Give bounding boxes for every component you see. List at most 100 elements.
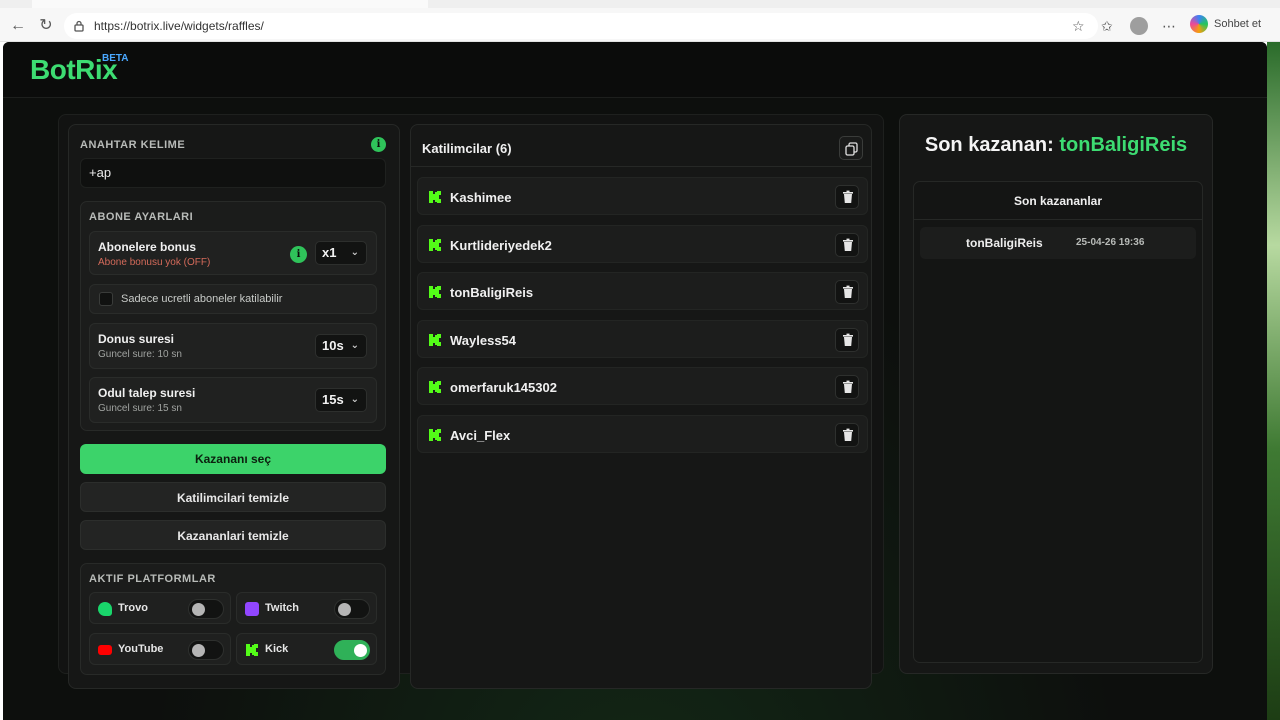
claim-duration-title: Odul talep suresi (98, 386, 196, 400)
remove-participant-button[interactable] (835, 375, 859, 400)
site-info-icon[interactable] (72, 19, 86, 33)
last-winner-title: Son kazanan: tonBaligiReis (900, 134, 1212, 157)
kick-icon (429, 333, 441, 346)
platform-twitch: Twitch (236, 592, 377, 624)
pick-winner-button[interactable]: Kazananı seç (80, 444, 386, 474)
winner-row: tonBaligiReis 25-04-26 19:36 (920, 227, 1196, 259)
beta-badge: BETA (102, 53, 129, 64)
copy-icon (845, 142, 858, 156)
trash-icon (843, 380, 853, 394)
participant-row: Wayless54 (417, 319, 868, 358)
clear-winners-button[interactable]: Kazananlari temizle (80, 520, 386, 550)
remove-participant-button[interactable] (835, 327, 859, 352)
platform-name: Trovo (118, 602, 148, 614)
copilot-label: Sohbet et (1214, 18, 1262, 30)
recent-winners: Son kazananlar tonBaligiReis 25-04-26 19… (913, 181, 1203, 663)
copy-button[interactable] (839, 136, 863, 160)
clear-participants-button[interactable]: Katilimcilari temizle (80, 482, 386, 512)
platforms-title: AKTIF PLATFORMLAR (89, 573, 216, 585)
info-icon[interactable]: i (371, 137, 386, 152)
reload-icon[interactable]: ↻ (36, 16, 56, 36)
keyword-input[interactable]: +ap (80, 158, 386, 188)
trash-icon (843, 428, 853, 441)
kick-icon (429, 238, 441, 251)
recent-winners-title: Son kazananlar (914, 182, 1202, 220)
chevron-down-icon: ⌄ (350, 394, 359, 405)
copilot-button[interactable]: Sohbet et (1190, 15, 1261, 33)
remove-participant-button[interactable] (835, 185, 859, 209)
spin-duration-title: Donus suresi (98, 332, 175, 346)
background-window-edge (1267, 42, 1280, 720)
winner-date: 25-04-26 19:36 (1076, 237, 1145, 248)
url-text: https://botrix.live/widgets/raffles/ (94, 19, 264, 33)
page: BotRix BETA ANAHTAR KELIME i +ap ABONE A… (3, 42, 1267, 720)
last-winner-name: tonBaligiReis (1059, 134, 1188, 156)
spin-duration-value: 10s (322, 338, 344, 353)
favorite-star-icon[interactable]: ☆ (1072, 16, 1085, 36)
participant-name: Kashimee (450, 190, 512, 205)
paid-only-label: Sadece ucretli aboneler katilabilir (121, 293, 283, 305)
sub-bonus-info-icon[interactable]: i (290, 246, 307, 263)
kick-icon (429, 429, 441, 441)
more-options-icon[interactable]: ⋯ (1162, 16, 1176, 36)
chevron-down-icon: ⌄ (350, 247, 359, 258)
kick-icon (429, 286, 441, 299)
sub-bonus-value: x1 (322, 245, 337, 260)
participant-row: Kashimee (417, 177, 868, 215)
spin-duration-sub: Guncel sure: 10 sn (98, 349, 182, 360)
participant-name: tonBaligiReis (450, 285, 534, 301)
participant-name: Avci_Flex (450, 428, 511, 443)
chevron-down-icon: ⌄ (350, 340, 359, 351)
platform-name: YouTube (118, 643, 164, 655)
participant-name: Wayless54 (450, 332, 517, 348)
sub-bonus-title: Abonelere bonus (98, 240, 197, 254)
participant-name: omerfaruk145302 (450, 380, 557, 396)
remove-participant-button[interactable] (835, 280, 859, 305)
trovo-icon (98, 602, 112, 616)
address-bar[interactable]: https://botrix.live/widgets/raffles/ (64, 13, 1098, 39)
copilot-icon (1190, 15, 1208, 33)
remove-participant-button[interactable] (835, 232, 859, 257)
divider (411, 166, 871, 167)
favorites-icon[interactable]: ✩ (1101, 16, 1113, 36)
claim-duration-sub: Guncel sure: 15 sn (98, 403, 182, 414)
sub-bonus-status: Abone bonusu yok (OFF) (98, 257, 211, 268)
youtube-toggle[interactable] (188, 640, 224, 660)
site-header: BotRix BETA (3, 42, 1267, 98)
platform-name: Kick (265, 643, 289, 655)
kick-icon (246, 644, 258, 656)
participant-name: Kurtlideriyedek2 (450, 237, 552, 253)
participant-row: Avci_Flex (417, 415, 868, 453)
trash-icon (843, 333, 853, 346)
participants-header: Katilimcilar (6) (422, 141, 512, 156)
subscriber-section-title: ABONE AYARLARI (89, 211, 194, 223)
spin-duration-select[interactable]: 10s ⌄ (315, 334, 367, 358)
youtube-icon (98, 645, 112, 655)
platform-kick: Kick (236, 633, 377, 665)
platform-name: Twitch (265, 602, 300, 614)
remove-participant-button[interactable] (835, 423, 859, 447)
kick-toggle[interactable] (334, 640, 370, 660)
profile-avatar[interactable] (1130, 17, 1148, 35)
back-arrow-icon[interactable]: ← (8, 16, 28, 36)
winner-name: tonBaligiReis (966, 236, 1043, 250)
platform-youtube: YouTube (89, 633, 231, 665)
keyword-label: ANAHTAR KELIME (80, 139, 186, 151)
active-tab[interactable] (32, 0, 428, 8)
browser-toolbar: ← ↻ https://botrix.live/widgets/raffles/… (0, 0, 1280, 42)
claim-duration-select[interactable]: 15s ⌄ (315, 388, 367, 412)
kick-icon (429, 381, 441, 394)
trash-icon (843, 285, 853, 299)
paid-only-checkbox[interactable] (99, 292, 113, 306)
sub-bonus-select[interactable]: x1 ⌄ (315, 241, 367, 265)
platform-trovo: Trovo (89, 592, 231, 624)
trash-icon (843, 190, 853, 203)
last-winner-prefix: Son kazanan: (924, 134, 1060, 156)
kick-icon (429, 191, 441, 203)
twitch-icon (245, 602, 259, 616)
tab-strip (0, 0, 1280, 8)
trovo-toggle[interactable] (188, 599, 224, 619)
participant-row: Kurtlideriyedek2 (417, 224, 868, 263)
trash-icon (843, 238, 853, 251)
twitch-toggle[interactable] (334, 599, 370, 619)
